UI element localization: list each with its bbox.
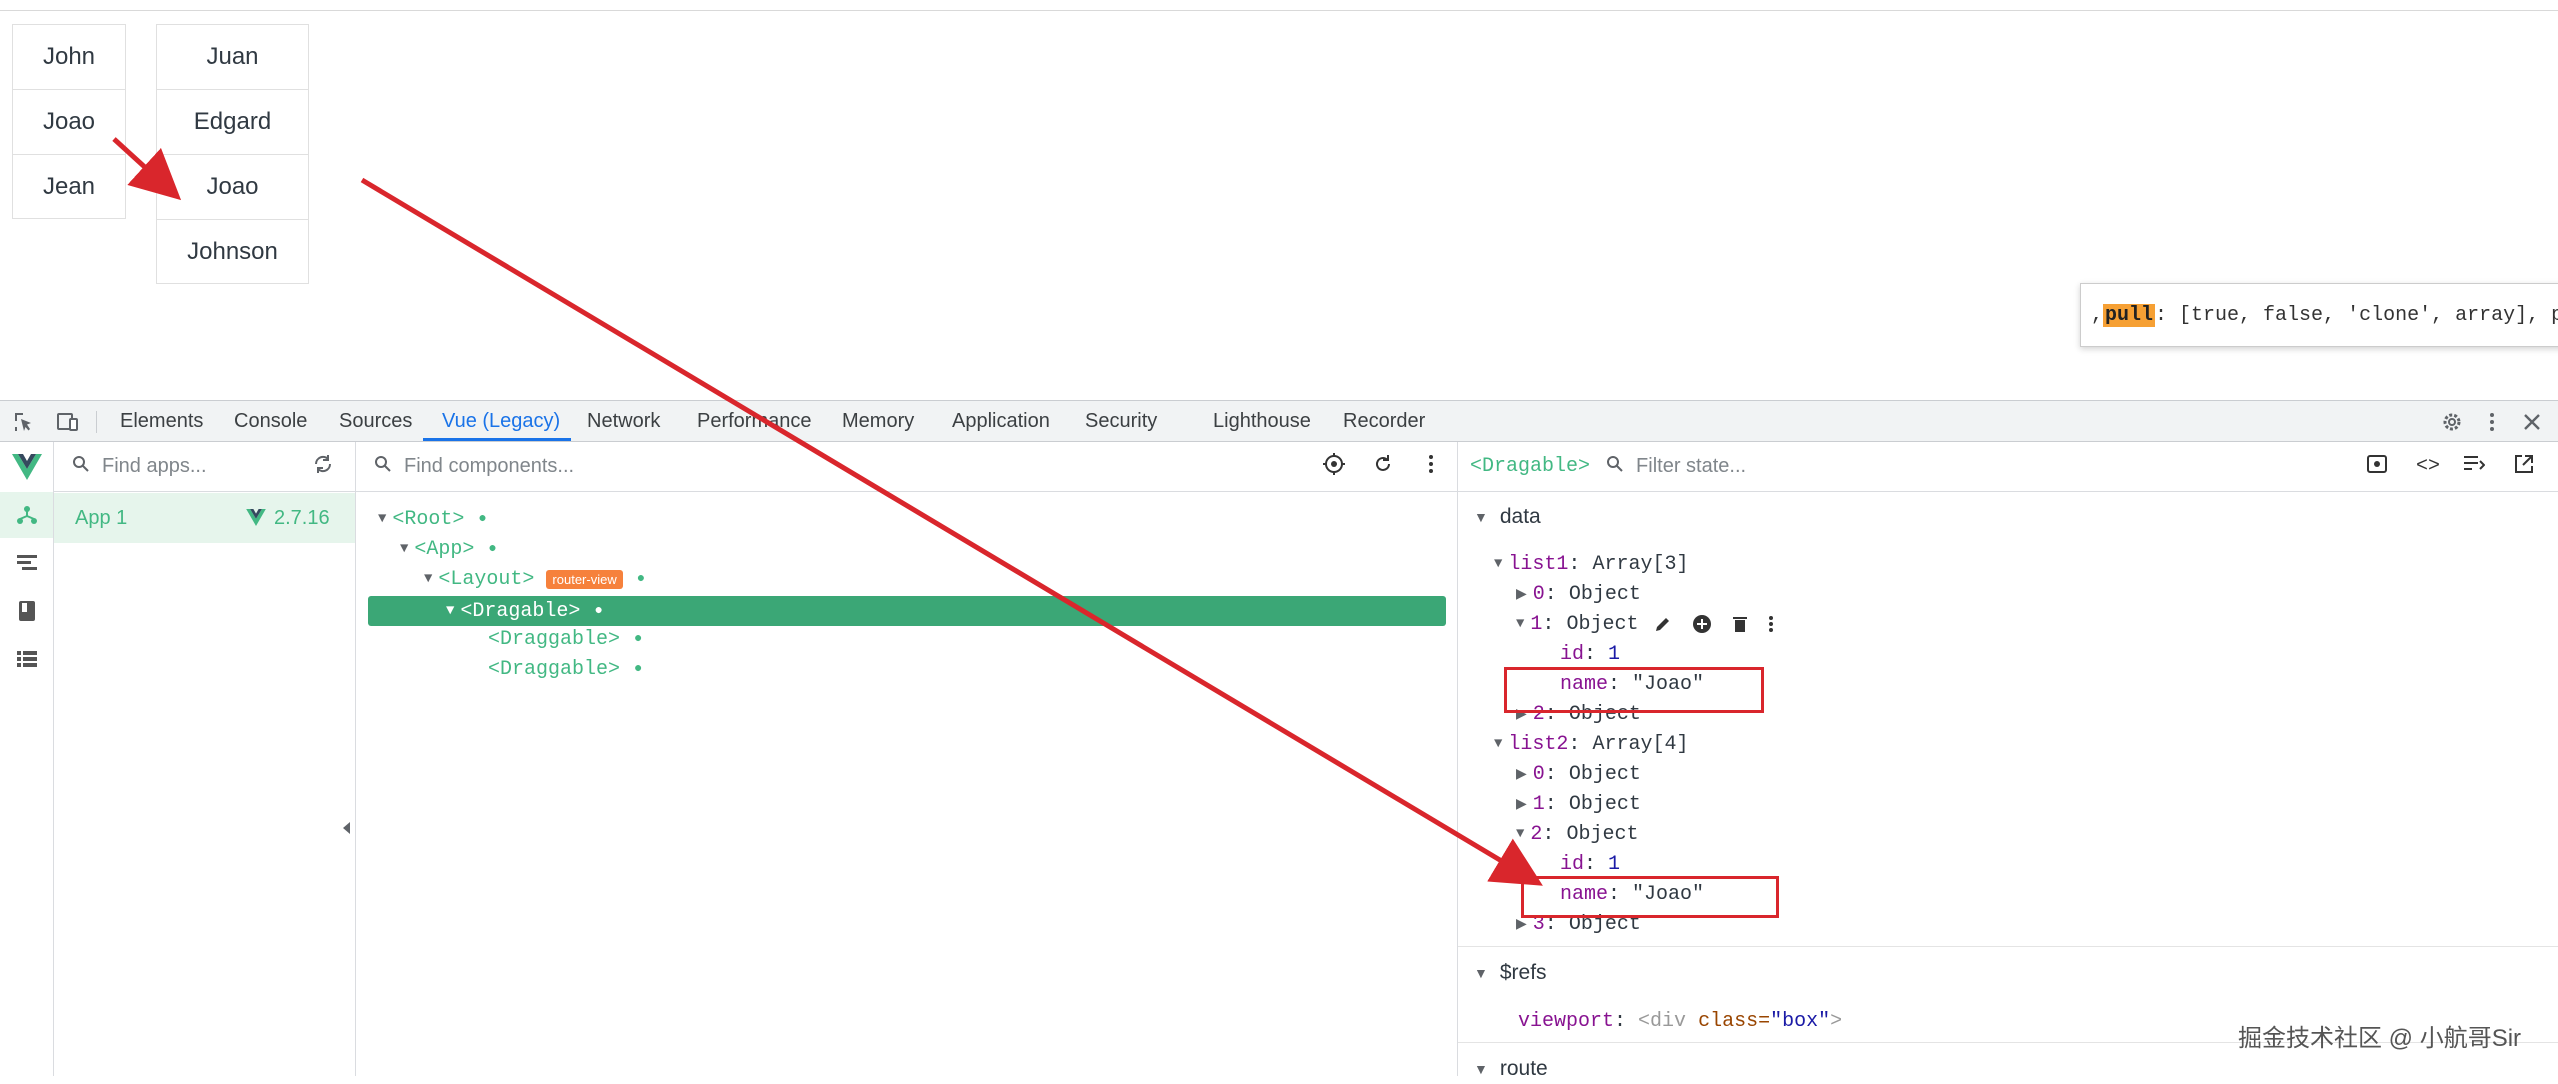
- annotation-arrow-state: [360, 177, 1543, 886]
- annotation-arrow-drag: [112, 137, 182, 201]
- annotation-arrows: [112, 137, 1543, 886]
- watermark: 掘金技术社区 @ 小航哥Sir: [2238, 1025, 2522, 1052]
